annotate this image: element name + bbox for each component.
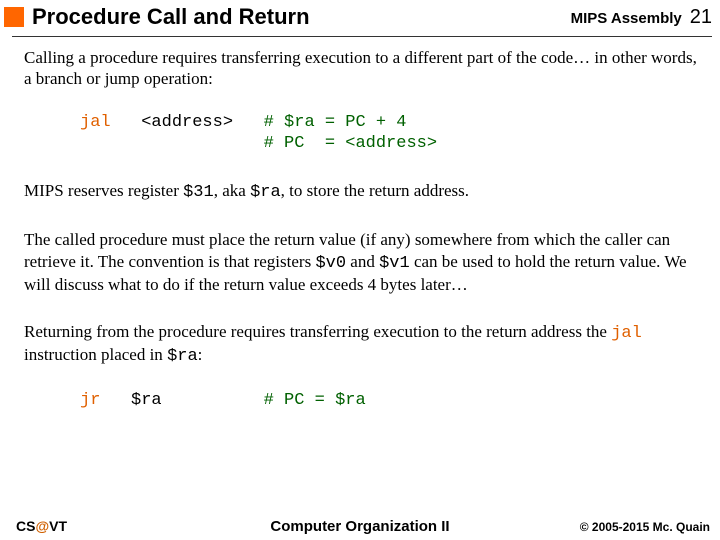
code-inline: $ra [250,183,281,202]
code-inline: $31 [183,183,214,202]
section-label: MIPS Assembly [571,10,682,27]
at-icon: @ [35,518,49,534]
text-run: MIPS reserves register [24,181,183,200]
paragraph-return: Returning from the procedure requires tr… [24,321,700,368]
footer-course: Computer Organization II [270,518,449,535]
header-right: MIPS Assembly 21 [571,6,712,29]
code-jr: jr $ra # PC = $ra [80,390,700,411]
text-run: : [198,345,203,364]
code-comment: # PC = $ra [264,391,366,410]
code-keyword: jr [80,391,100,410]
footer-copyright: © 2005-2015 Mc. Quain [580,520,710,534]
text-run: CS [16,518,35,534]
footer-affiliation: CS@VT [16,518,67,534]
title-bullet-icon [4,7,24,27]
code-inline: $v1 [379,254,410,273]
slide-content: Calling a procedure requires transferrin… [0,37,720,411]
text-run: and [346,252,379,271]
slide-header: Procedure Call and Return MIPS Assembly … [0,0,720,32]
slide-title: Procedure Call and Return [32,4,571,30]
text-run: instruction placed in [24,345,167,364]
code-jal: jal <address> # $ra = PC + 4 # PC = <add… [80,112,700,155]
paragraph-ra: MIPS reserves register $31, aka $ra, to … [24,180,700,203]
paragraph-retval: The called procedure must place the retu… [24,229,700,295]
slide: Procedure Call and Return MIPS Assembly … [0,0,720,540]
code-arg: <address> [141,113,233,132]
text-run: VT [49,518,67,534]
code-inline-kw: jal [611,324,642,343]
paragraph-intro: Calling a procedure requires transferrin… [24,47,700,90]
code-arg: $ra [131,391,162,410]
slide-footer: CS@VT Computer Organization II © 2005-20… [0,518,720,534]
text-run: , aka [214,181,250,200]
code-keyword: jal [80,113,111,132]
text-run: Returning from the procedure requires tr… [24,322,611,341]
code-comment: # PC = <address> [264,134,437,153]
text-run: , to store the return address. [281,181,469,200]
code-inline: $ra [167,347,198,366]
code-inline: $v0 [315,254,346,273]
code-comment: # $ra = PC + 4 [264,113,407,132]
page-number: 21 [690,6,712,29]
